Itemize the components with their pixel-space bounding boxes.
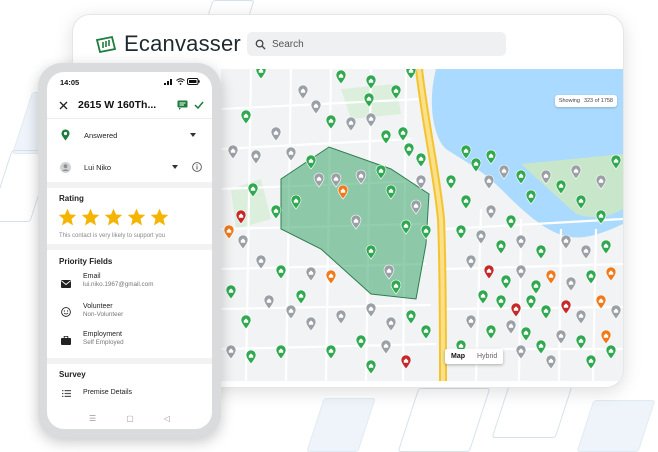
checkmark-icon[interactable] — [194, 101, 204, 109]
briefcase-icon — [61, 336, 71, 345]
phone-frame: 14:05 2615 W 160Th... Answered Lui Niko — [38, 63, 221, 438]
contact-topbar: 2615 W 160Th... — [47, 92, 212, 119]
back-button[interactable]: ◁ — [164, 414, 170, 423]
map-count-value: 323 of 1758 — [583, 98, 613, 104]
priority-field-volunteer[interactable]: Volunteer Non-Volunteer — [47, 300, 212, 328]
desktop-header: Ecanvasser — [73, 15, 623, 69]
battery-icon — [187, 78, 200, 85]
field-label: Email — [83, 273, 101, 280]
map-type-map-button[interactable]: Map — [445, 349, 471, 364]
info-icon[interactable] — [192, 162, 202, 172]
status-dropdown[interactable]: Answered — [47, 122, 212, 148]
search-input[interactable] — [270, 37, 474, 51]
app-name: Ecanvasser — [124, 31, 241, 56]
assignee-dropdown[interactable]: Lui Niko — [47, 154, 212, 180]
rating-caption: This contact is very likely to support y… — [59, 233, 166, 239]
wifi-icon — [176, 78, 185, 85]
decor-shape — [576, 400, 656, 452]
field-value: lui.niko.1967@gmail.com — [83, 281, 154, 288]
home-button[interactable]: ▢ — [126, 414, 134, 423]
star-icon[interactable] — [126, 207, 147, 227]
section-divider — [47, 244, 212, 250]
map-count-control[interactable]: Showing 323 of 1758 — [554, 95, 617, 107]
chevron-down-icon — [190, 133, 196, 137]
smiley-icon — [61, 307, 71, 317]
decor-shape — [491, 386, 573, 438]
decor-shape — [306, 398, 376, 452]
list-icon — [62, 390, 71, 397]
priority-field-employment[interactable]: Employment Self Employed — [47, 328, 212, 356]
survey-heading: Survey — [59, 370, 86, 379]
user-icon — [60, 161, 71, 173]
priority-fields-heading: Priority Fields — [59, 257, 113, 266]
status-value: Answered — [84, 130, 118, 140]
map-type-toggle[interactable]: Map Hybrid — [445, 349, 504, 364]
location-pin-icon — [61, 129, 70, 141]
section-divider — [47, 182, 212, 188]
star-icon[interactable] — [80, 207, 101, 227]
notes-icon[interactable] — [177, 100, 188, 110]
ecanvasser-logo-icon — [95, 35, 117, 54]
close-icon[interactable] — [59, 101, 68, 110]
search-icon — [255, 39, 266, 50]
recent-apps-button[interactable]: ☰ — [89, 414, 96, 423]
star-rating[interactable] — [57, 207, 170, 227]
map-type-hybrid-button[interactable]: Hybrid — [471, 349, 503, 364]
section-divider — [47, 358, 212, 364]
android-nav-bar: ☰ ▢ ◁ — [47, 407, 212, 429]
star-icon[interactable] — [103, 207, 124, 227]
field-value: Self Employed — [83, 339, 124, 346]
star-icon[interactable] — [149, 207, 170, 227]
field-value: Non-Volunteer — [83, 311, 124, 318]
chevron-down-icon — [172, 165, 178, 169]
mail-icon — [61, 280, 71, 288]
priority-field-email[interactable]: Email lui.niko.1967@gmail.com — [47, 272, 212, 300]
contact-address-title: 2615 W 160Th... — [78, 99, 157, 111]
assignee-value: Lui Niko — [84, 162, 112, 172]
rating-heading: Rating — [59, 194, 84, 203]
field-label: Volunteer — [83, 303, 113, 310]
status-icons — [164, 78, 200, 85]
map-count-label: Showing — [558, 98, 580, 104]
search-bar[interactable] — [247, 32, 506, 56]
status-bar: 14:05 — [47, 72, 212, 92]
map-canvas[interactable] — [221, 69, 623, 381]
field-label: Employment — [83, 331, 122, 338]
map-view[interactable]: Showing 323 of 1758 Map Hybrid — [221, 69, 623, 381]
survey-item-label: Premise Details — [83, 389, 133, 396]
decor-shape — [397, 388, 491, 452]
star-icon[interactable] — [57, 207, 78, 227]
app-logo[interactable]: Ecanvasser — [95, 31, 241, 57]
phone-screen: 14:05 2615 W 160Th... Answered Lui Niko — [47, 72, 212, 429]
status-time: 14:05 — [60, 78, 80, 87]
signal-icon — [164, 79, 172, 85]
survey-item[interactable]: Premise Details — [47, 386, 212, 402]
